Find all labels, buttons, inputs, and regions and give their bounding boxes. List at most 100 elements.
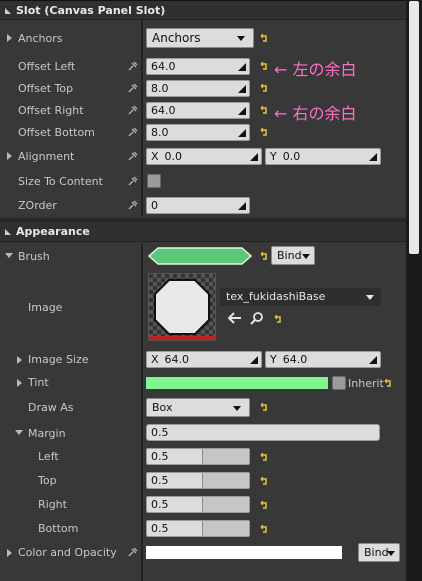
expand-arrow-icon[interactable]: [5, 253, 13, 258]
offset-right-field[interactable]: 64.0: [146, 102, 250, 119]
row-size-to-content: Size To Content: [0, 170, 406, 194]
image-size-y-field[interactable]: Y 64.0: [265, 351, 381, 368]
draw-as-label: Draw As: [28, 401, 74, 414]
details-panel: Slot (Canvas Panel Slot) Anchors Anchors…: [0, 0, 406, 581]
reset-to-default-icon[interactable]: [259, 403, 269, 412]
margin-field[interactable]: 0.5: [146, 424, 380, 441]
left-margin-annotation: ← 左の余白: [274, 60, 357, 79]
offset-left-field[interactable]: 64.0: [146, 58, 250, 75]
offset-top-label: Offset Top: [18, 82, 74, 95]
texture-asset-dropdown[interactable]: tex_fukidashiBase: [220, 288, 381, 306]
pin-icon[interactable]: [128, 127, 138, 137]
row-margin-top: Top 0.5: [0, 469, 406, 493]
row-margin-right: Right 0.5: [0, 493, 406, 517]
pin-icon[interactable]: [128, 200, 138, 210]
chevron-down-icon: [302, 254, 310, 259]
size-to-content-label: Size To Content: [18, 175, 103, 188]
alignment-x-value: 0.0: [164, 150, 183, 163]
reset-to-default-icon[interactable]: [383, 379, 393, 388]
expand-arrow-icon[interactable]: [15, 430, 23, 435]
reset-to-default-icon[interactable]: [259, 501, 269, 510]
offset-top-field[interactable]: 8.0: [146, 80, 250, 97]
margin-right-label: Right: [38, 498, 67, 511]
pin-icon[interactable]: [128, 61, 138, 71]
image-size-x-field[interactable]: X 64.0: [146, 351, 262, 368]
expand-arrow-icon[interactable]: [17, 356, 22, 364]
right-margin-annotation: ← 右の余白: [274, 104, 357, 123]
color-opacity-swatch[interactable]: [146, 546, 342, 559]
offset-bottom-field[interactable]: 8.0: [146, 124, 250, 141]
brush-preview-swatch[interactable]: [148, 247, 252, 265]
anchors-dropdown[interactable]: Anchors: [146, 28, 254, 48]
row-color-and-opacity: Color and Opacity Bind: [0, 541, 406, 565]
color-and-opacity-label: Color and Opacity: [18, 546, 117, 559]
expand-arrow-icon[interactable]: [7, 152, 12, 160]
offset-right-label: Offset Right: [18, 104, 84, 117]
image-thumbnail[interactable]: [148, 273, 216, 341]
pin-icon[interactable]: [128, 105, 138, 115]
y-axis-label: Y: [270, 150, 277, 163]
appearance-section-title: Appearance: [16, 225, 90, 238]
reset-to-default-icon[interactable]: [259, 477, 269, 486]
reset-to-default-icon[interactable]: [259, 252, 269, 261]
draw-as-value: Box: [152, 401, 173, 414]
resize-corner-icon: [369, 356, 377, 364]
bind-label: Bind: [277, 249, 302, 262]
reset-to-default-icon[interactable]: [259, 62, 269, 71]
alignment-label: Alignment: [18, 150, 75, 163]
collapse-triangle-icon: [5, 229, 11, 235]
pin-icon[interactable]: [128, 83, 138, 93]
reset-to-default-icon[interactable]: [259, 106, 269, 115]
browse-search-icon[interactable]: [250, 311, 264, 325]
margin-top-field[interactable]: 0.5: [146, 472, 250, 489]
row-zorder: ZOrder 0: [0, 194, 406, 218]
brush-bind-button[interactable]: Bind: [271, 246, 315, 265]
row-image-size: Image Size X 64.0 Y 64.0: [0, 349, 406, 371]
alignment-x-field[interactable]: X 0.0: [146, 148, 262, 165]
offset-right-value: 64.0: [151, 104, 176, 117]
reset-to-default-icon[interactable]: [259, 84, 269, 93]
margin-right-value: 0.5: [151, 498, 169, 511]
margin-right-field[interactable]: 0.5: [146, 496, 250, 513]
pin-icon[interactable]: [128, 547, 138, 557]
margin-label: Margin: [28, 427, 66, 440]
margin-bottom-field[interactable]: 0.5: [146, 520, 250, 537]
pin-icon[interactable]: [128, 176, 138, 186]
anchors-label: Anchors: [18, 32, 63, 45]
slot-section-header[interactable]: Slot (Canvas Panel Slot): [0, 0, 406, 20]
draw-as-dropdown[interactable]: Box: [146, 398, 250, 417]
alignment-y-field[interactable]: Y 0.0: [265, 148, 381, 165]
tint-color-swatch[interactable]: [146, 377, 328, 389]
image-size-label: Image Size: [28, 353, 89, 366]
bind-label: Bind: [364, 546, 389, 559]
margin-left-field[interactable]: 0.5: [146, 448, 250, 465]
use-selected-arrow-icon[interactable]: [228, 312, 242, 324]
reset-to-default-icon[interactable]: [259, 453, 269, 462]
alignment-y-value: 0.0: [282, 150, 301, 163]
expand-arrow-icon[interactable]: [7, 549, 12, 557]
slot-section-title: Slot (Canvas Panel Slot): [16, 4, 166, 17]
offset-bottom-label: Offset Bottom: [18, 126, 95, 139]
slider-track: [202, 449, 249, 464]
row-anchors: Anchors Anchors: [0, 24, 406, 52]
row-offset-top: Offset Top 8.0: [0, 78, 406, 100]
color-bind-button[interactable]: Bind: [358, 543, 400, 562]
vertical-scrollbar[interactable]: [406, 0, 422, 581]
pin-icon[interactable]: [128, 151, 138, 161]
slider-track: [202, 521, 249, 536]
inherit-checkbox[interactable]: [332, 376, 346, 390]
reset-to-default-icon[interactable]: [259, 34, 269, 43]
scrollbar-thumb[interactable]: [409, 1, 419, 254]
zorder-field[interactable]: 0: [146, 197, 250, 214]
reset-to-default-icon[interactable]: [259, 128, 269, 137]
inherit-label: Inherit: [348, 377, 384, 390]
row-brush: Brush Bind: [0, 244, 406, 268]
appearance-section-header[interactable]: Appearance: [0, 222, 406, 242]
reset-to-default-icon[interactable]: [273, 315, 283, 324]
offset-left-value: 64.0: [151, 60, 176, 73]
row-offset-left: Offset Left 64.0 ← 左の余白: [0, 56, 406, 79]
size-to-content-checkbox[interactable]: [147, 174, 161, 188]
expand-arrow-icon[interactable]: [17, 379, 22, 387]
expand-arrow-icon[interactable]: [7, 34, 12, 42]
reset-to-default-icon[interactable]: [259, 525, 269, 534]
